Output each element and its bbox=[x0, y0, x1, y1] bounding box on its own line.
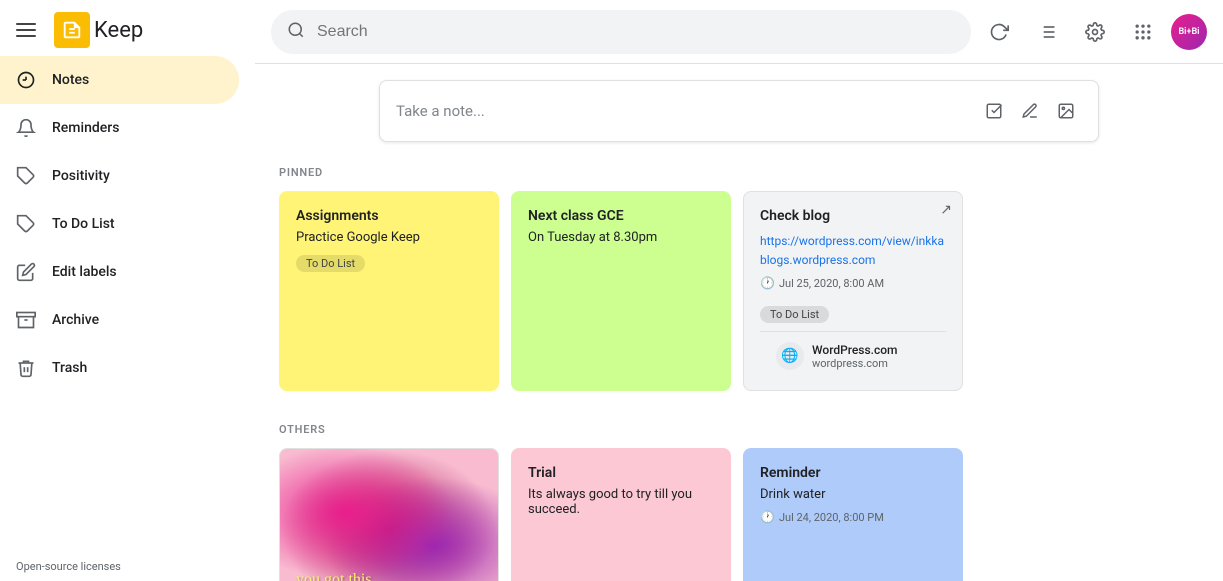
sidebar-item-reminders[interactable]: Reminders bbox=[0, 104, 239, 152]
notes-icon bbox=[16, 70, 36, 90]
globe-icon: 🌐 bbox=[776, 342, 804, 370]
note-input-placeholder: Take a note... bbox=[396, 102, 978, 120]
content-area: Take a note... PINNED Assignments Practi… bbox=[255, 64, 1223, 581]
sidebar-item-notes[interactable]: Notes bbox=[0, 56, 239, 104]
edit-icon bbox=[16, 262, 36, 282]
sidebar-item-reminders-label: Reminders bbox=[52, 120, 119, 136]
app-logo bbox=[54, 12, 90, 48]
others-notes-grid: you got this Trial Its always good to tr… bbox=[279, 448, 1199, 581]
pinned-notes-grid: Assignments Practice Google Keep To Do L… bbox=[279, 191, 1199, 391]
note-check-blog-reminder: 🕐 Jul 25, 2020, 8:00 AM bbox=[760, 276, 946, 290]
sidebar-item-trash[interactable]: Trash bbox=[0, 344, 239, 392]
note-reminder-title: Reminder bbox=[760, 465, 946, 481]
sidebar-item-notes-label: Notes bbox=[52, 72, 89, 88]
note-next-class-body: On Tuesday at 8.30pm bbox=[528, 230, 714, 245]
sidebar-item-todo[interactable]: To Do List bbox=[0, 200, 239, 248]
note-input-actions bbox=[978, 95, 1082, 127]
note-trial-title: Trial bbox=[528, 465, 714, 481]
bell-icon bbox=[16, 118, 36, 138]
main-content: Bi+Bi Take a note... PINNED bbox=[255, 0, 1223, 581]
note-image-bg: you got this bbox=[280, 449, 498, 581]
note-image-gradient bbox=[280, 449, 498, 581]
note-reminder[interactable]: Reminder Drink water 🕐 Jul 24, 2020, 8:0… bbox=[743, 448, 963, 581]
note-reminder-body: Drink water bbox=[760, 487, 946, 502]
refresh-button[interactable] bbox=[979, 12, 1019, 52]
sidebar-item-trash-label: Trash bbox=[52, 360, 87, 376]
tag-icon bbox=[16, 166, 36, 186]
note-input-bar[interactable]: Take a note... bbox=[379, 80, 1099, 142]
search-input[interactable] bbox=[317, 23, 955, 41]
trash-icon bbox=[16, 358, 36, 378]
sidebar-header: Keep bbox=[0, 8, 255, 56]
hamburger-menu[interactable] bbox=[8, 15, 44, 45]
note-check-blog[interactable]: ↗ Check blog https://wordpress.com/view/… bbox=[743, 191, 963, 391]
note-assignments-title: Assignments bbox=[296, 208, 482, 224]
note-check-blog-title: Check blog bbox=[760, 208, 946, 224]
settings-button[interactable] bbox=[1075, 12, 1115, 52]
note-assignments[interactable]: Assignments Practice Google Keep To Do L… bbox=[279, 191, 499, 391]
search-icon bbox=[287, 21, 305, 43]
clock-icon: 🕐 bbox=[760, 276, 775, 290]
note-check-blog-link[interactable]: https://wordpress.com/view/inkkablogs.wo… bbox=[760, 234, 944, 267]
checkbox-icon[interactable] bbox=[978, 95, 1010, 127]
logo-area: Keep bbox=[54, 12, 143, 48]
search-bar[interactable] bbox=[271, 10, 971, 54]
sidebar-item-positivity-label: Positivity bbox=[52, 168, 110, 184]
external-link-icon[interactable]: ↗ bbox=[940, 202, 952, 218]
topbar: Bi+Bi bbox=[255, 0, 1223, 64]
sidebar-item-archive-label: Archive bbox=[52, 312, 99, 328]
note-next-class-title: Next class GCE bbox=[528, 208, 714, 224]
note-check-blog-footer: 🌐 WordPress.com wordpress.com bbox=[760, 331, 946, 380]
list-view-button[interactable] bbox=[1027, 12, 1067, 52]
topbar-actions: Bi+Bi bbox=[979, 12, 1207, 52]
note-footer-title: WordPress.com bbox=[812, 343, 898, 357]
others-section-label: OTHERS bbox=[279, 423, 1199, 436]
sidebar-item-edit-labels[interactable]: Edit labels bbox=[0, 248, 239, 296]
sidebar-item-todo-label: To Do List bbox=[52, 216, 115, 232]
sidebar-footer[interactable]: Open-source licenses bbox=[0, 552, 255, 581]
note-reminder-time: 🕐 Jul 24, 2020, 8:00 PM bbox=[760, 510, 946, 524]
pinned-section-label: PINNED bbox=[279, 166, 1199, 179]
tag-icon-2 bbox=[16, 214, 36, 234]
sidebar-item-edit-labels-label: Edit labels bbox=[52, 264, 117, 280]
sidebar-item-archive[interactable]: Archive bbox=[0, 296, 239, 344]
note-next-class[interactable]: Next class GCE On Tuesday at 8.30pm bbox=[511, 191, 731, 391]
note-trial-body: Its always good to try till you succeed. bbox=[528, 487, 714, 517]
apps-button[interactable] bbox=[1123, 12, 1163, 52]
note-assignments-body: Practice Google Keep bbox=[296, 230, 482, 245]
note-trial[interactable]: Trial Its always good to try till you su… bbox=[511, 448, 731, 581]
app-name: Keep bbox=[94, 18, 143, 43]
clock-icon-2: 🕐 bbox=[760, 510, 775, 524]
image-icon[interactable] bbox=[1050, 95, 1082, 127]
user-avatar[interactable]: Bi+Bi bbox=[1171, 14, 1207, 50]
archive-icon bbox=[16, 310, 36, 330]
sidebar-item-positivity[interactable]: Positivity bbox=[0, 152, 239, 200]
note-check-blog-tag: To Do List bbox=[760, 306, 829, 323]
note-you-got-this[interactable]: you got this bbox=[279, 448, 499, 581]
pencil-icon[interactable] bbox=[1014, 95, 1046, 127]
sidebar: Keep Notes Reminders Positivity To Do Li… bbox=[0, 0, 255, 581]
note-image-text: you got this bbox=[296, 571, 372, 581]
note-assignments-tag: To Do List bbox=[296, 255, 365, 272]
note-footer-domain: wordpress.com bbox=[812, 357, 898, 370]
